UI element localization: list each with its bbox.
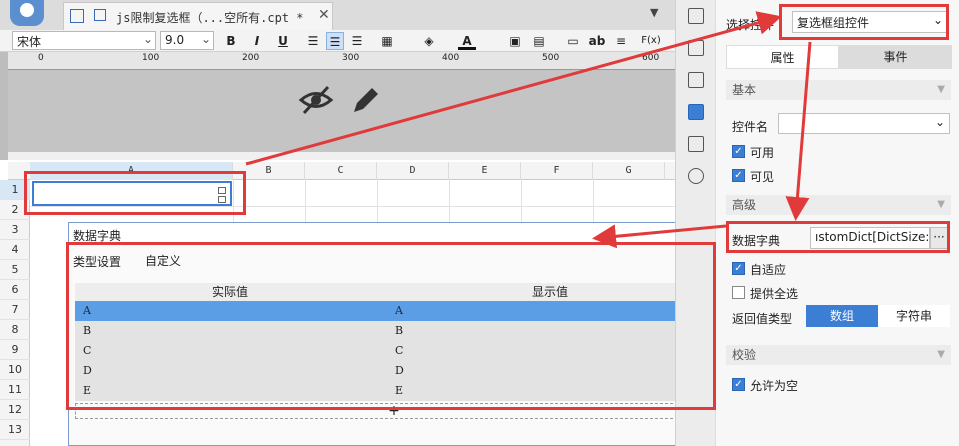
annotation-arrows [245,11,812,249]
arrow-selector-to-dictionary [785,41,812,221]
arrow-dictionary-to-dialog [592,224,727,249]
arrow-cell-to-selector [245,11,782,166]
